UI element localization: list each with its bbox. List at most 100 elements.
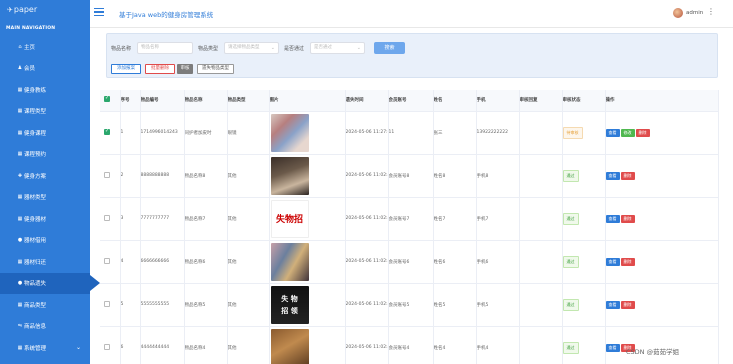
more-menu-icon[interactable]: ⋮ bbox=[707, 8, 715, 16]
type-label: 物品类型 bbox=[198, 46, 219, 52]
review-reply bbox=[519, 197, 563, 241]
item-code: 4444444444 bbox=[140, 326, 185, 364]
row-index: 5 bbox=[120, 283, 141, 327]
sidebar-item-label: 器材归还 bbox=[24, 259, 47, 266]
lost-time: 2024-05-06 11:02:40 bbox=[345, 283, 389, 327]
item-image[interactable] bbox=[270, 156, 309, 195]
edit-button[interactable]: 修改 bbox=[620, 128, 635, 137]
item-image[interactable]: 失物招 bbox=[270, 199, 309, 238]
member-account: 会员账号8 bbox=[388, 154, 434, 198]
grid-icon: ▦ bbox=[17, 108, 23, 115]
avatar[interactable] bbox=[673, 8, 683, 18]
view-button[interactable]: 查看 bbox=[605, 343, 620, 352]
view-button[interactable]: 查看 bbox=[605, 214, 620, 223]
lost-time: 2024-05-06 11:02:40 bbox=[345, 154, 389, 198]
sidebar-item[interactable]: ● 器材借用 bbox=[0, 230, 90, 252]
row-checkbox[interactable] bbox=[104, 214, 110, 221]
delete-button[interactable]: 删除 bbox=[620, 171, 635, 180]
review-select[interactable]: 是否通过 ⌄ bbox=[310, 42, 365, 54]
search-button[interactable]: 搜索 bbox=[374, 42, 405, 54]
view-button[interactable]: 查看 bbox=[605, 128, 620, 137]
row-checkbox[interactable] bbox=[104, 128, 110, 135]
topbar: 基于Java web的健身房管理系统 admin ⋮ bbox=[90, 0, 733, 28]
logo-text: paper bbox=[13, 5, 38, 14]
table-row: 5 5555555555 物品名称5 其他失 物 招 领 2024-05-06 11:0… bbox=[100, 283, 719, 327]
item-code: 6666666666 bbox=[140, 240, 185, 284]
review-status-cell: 通过 bbox=[562, 197, 606, 241]
item-image-cell bbox=[269, 326, 346, 364]
sidebar-item[interactable]: ⌂ 主页 bbox=[0, 36, 90, 58]
row-checkbox[interactable] bbox=[104, 300, 110, 307]
view-button[interactable]: 查看 bbox=[605, 257, 620, 266]
username[interactable]: admin bbox=[686, 10, 703, 16]
item-image[interactable] bbox=[270, 328, 309, 364]
sidebar-item[interactable]: ▦ 系统管理 ⌄ bbox=[0, 337, 90, 359]
status-badge: 通过 bbox=[562, 341, 579, 354]
item-image-cell bbox=[269, 240, 346, 284]
review-status-cell: 通过 bbox=[562, 283, 606, 327]
review-status-cell: 待审核 bbox=[562, 111, 606, 155]
review-reply bbox=[519, 111, 563, 155]
chevron-down-icon: ⌄ bbox=[75, 344, 81, 352]
item-image[interactable]: 失 物 招 领 bbox=[270, 285, 309, 324]
menu-toggle-icon[interactable] bbox=[94, 8, 104, 17]
app-title: 基于Java web的健身房管理系统 bbox=[119, 11, 214, 19]
item-image-cell: 失物招 bbox=[269, 197, 346, 241]
sidebar-item[interactable]: ♟ 会员 bbox=[0, 58, 90, 80]
sidebar-item[interactable]: ▦ 健身教练 bbox=[0, 79, 90, 101]
table-row: 46666666666物品名称6其他 2024-05-06 11:02:40会员账… bbox=[100, 240, 719, 284]
grid-icon: ▦ bbox=[17, 86, 23, 93]
item-code: 1714996014243 bbox=[140, 111, 185, 155]
sidebar-item[interactable]: ▦ 课程类型 bbox=[0, 101, 90, 123]
row-checkbox[interactable] bbox=[104, 171, 110, 178]
delete-button[interactable]: 删除 bbox=[620, 214, 635, 223]
sidebar-item[interactable]: ▦ 健身课程 bbox=[0, 122, 90, 144]
sidebar-item[interactable]: ▦ 健身器材 bbox=[0, 208, 90, 230]
view-button[interactable]: 查看 bbox=[605, 171, 620, 180]
logo[interactable]: ✈paper bbox=[7, 5, 37, 14]
sidebar-item[interactable]: ● 物品遗失 bbox=[0, 272, 100, 294]
select-all-checkbox[interactable] bbox=[104, 95, 110, 103]
sidebar-item[interactable]: ⇋ 商品信息 bbox=[0, 316, 90, 338]
delete-button[interactable]: 删除 bbox=[635, 128, 650, 137]
column-header: 图片 bbox=[269, 90, 346, 112]
sidebar-item[interactable]: ▦ 器材类型 bbox=[0, 187, 90, 209]
sidebar-item[interactable]: ▦ 器材归还 bbox=[0, 251, 90, 273]
item-image[interactable] bbox=[270, 242, 309, 281]
sidebar-item-label: 物品遗失 bbox=[24, 281, 47, 288]
add-button[interactable]: 添加报案 bbox=[111, 64, 141, 74]
row-checkbox[interactable] bbox=[104, 257, 110, 264]
name-input[interactable]: 物品名称 bbox=[137, 42, 193, 54]
sidebar-item[interactable]: ▦ 商品类型 bbox=[0, 294, 90, 316]
sidebar-item[interactable]: ✚ 健身方案 bbox=[0, 165, 90, 187]
member-name: 姓名6 bbox=[433, 240, 477, 284]
column-header: 手机 bbox=[476, 90, 520, 112]
type-select[interactable]: 请选择物品类型 ⌄ bbox=[224, 42, 279, 54]
item-image-cell bbox=[269, 111, 346, 155]
item-code: 8888888888 bbox=[140, 154, 185, 198]
user-icon: ♟ bbox=[17, 65, 23, 72]
actions-cell: 查看 删除 bbox=[605, 240, 719, 284]
member-account: 会员账号4 bbox=[388, 326, 434, 364]
pin-icon: ● bbox=[17, 280, 23, 287]
item-code: 7777777777 bbox=[140, 197, 185, 241]
grid-icon: ▦ bbox=[17, 129, 23, 136]
sidebar-item-label: 器材借用 bbox=[24, 238, 47, 245]
row-checkbox[interactable] bbox=[104, 343, 110, 350]
delete-button[interactable]: 删除 bbox=[620, 300, 635, 309]
lost-time: 2024-05-06 11:02:40 bbox=[345, 326, 389, 364]
status-badge: 通过 bbox=[562, 169, 579, 182]
sidebar-item[interactable]: ▦ 课程预约 bbox=[0, 144, 90, 166]
lost-type-button[interactable]: 遗失物品类型 bbox=[197, 64, 234, 74]
view-button[interactable]: 查看 bbox=[605, 300, 620, 309]
row-select-cell bbox=[100, 326, 121, 364]
item-image[interactable] bbox=[270, 113, 309, 152]
item-type: 其他 bbox=[227, 197, 270, 241]
review-button[interactable]: 审核 bbox=[177, 64, 193, 74]
actions-cell: 查看 删除 bbox=[605, 326, 719, 364]
delete-button[interactable]: 删除 bbox=[620, 257, 635, 266]
member-account: 会员账号7 bbox=[388, 197, 434, 241]
review-reply bbox=[519, 154, 563, 198]
item-name: 物品名称6 bbox=[184, 240, 228, 284]
batch-delete-button[interactable]: 批量删除 bbox=[145, 64, 175, 74]
